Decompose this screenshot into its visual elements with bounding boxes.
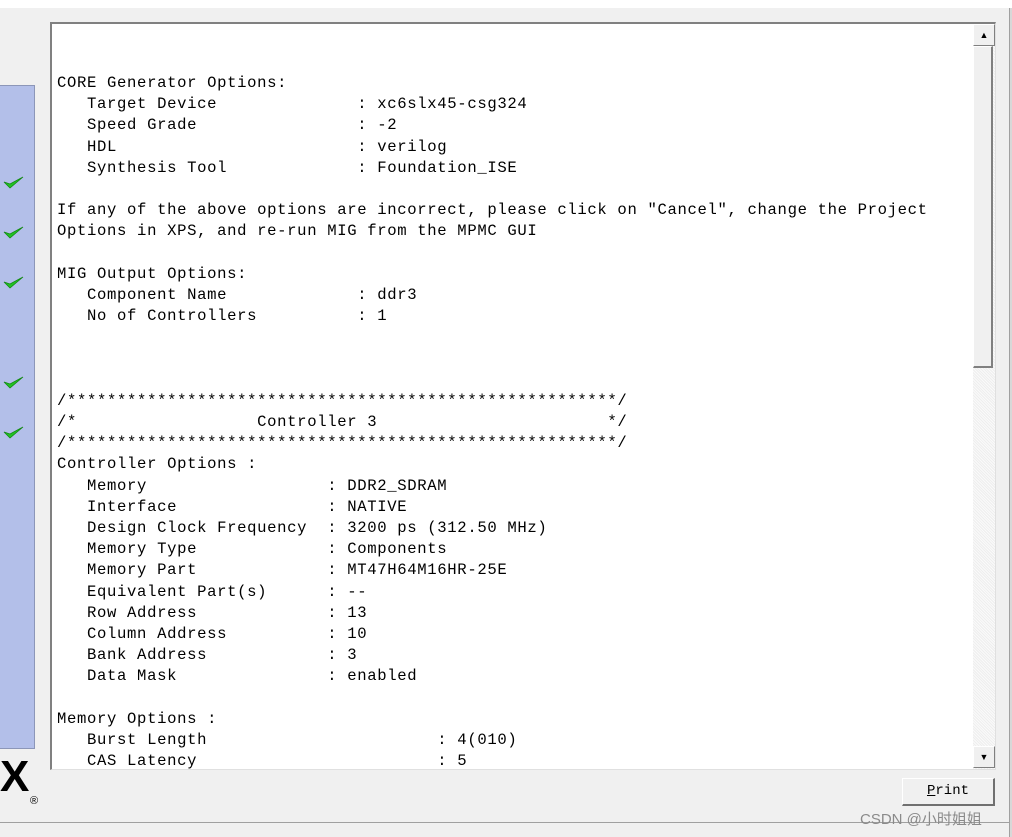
- log-line: HDL : verilog: [57, 137, 448, 156]
- log-line: No of Controllers : 1: [57, 307, 388, 326]
- log-line: Memory Type : Components: [57, 540, 448, 559]
- step-panel: [0, 85, 35, 749]
- log-line: /***************************************…: [57, 391, 628, 410]
- top-strip: [0, 0, 1012, 8]
- check-icon: [3, 176, 24, 189]
- logo: X: [0, 752, 30, 801]
- log-line: Column Address : 10: [57, 624, 368, 643]
- log-content: CORE Generator Options: Target Device : …: [57, 73, 928, 770]
- log-line: Options in XPS, and re-run MIG from the …: [57, 222, 538, 241]
- log-line: Speed Grade : -2: [57, 116, 398, 135]
- check-icon: [3, 376, 24, 389]
- log-line: Design Clock Frequency : 3200 ps (312.50…: [57, 518, 548, 537]
- log-text-area[interactable]: CORE Generator Options: Target Device : …: [50, 22, 996, 770]
- log-line: Memory Options :: [57, 709, 218, 728]
- print-button[interactable]: Print: [902, 778, 995, 806]
- log-line: Data Mask : enabled: [57, 667, 418, 686]
- log-line: Bank Address : 3: [57, 646, 358, 665]
- arrow-down-icon[interactable]: ▼: [973, 746, 995, 768]
- log-line: Component Name : ddr3: [57, 285, 418, 304]
- log-line: /***************************************…: [57, 434, 628, 453]
- check-icon: [3, 426, 24, 439]
- vertical-scrollbar[interactable]: ▲ ▼: [973, 24, 995, 769]
- log-line: Burst Length : 4(010): [57, 730, 518, 749]
- divider: [0, 822, 1009, 823]
- watermark: CSDN @小时姐姐: [860, 811, 982, 828]
- log-line: Interface : NATIVE: [57, 497, 408, 516]
- registered-mark: ®: [30, 795, 39, 807]
- log-line: If any of the above options are incorrec…: [57, 201, 928, 220]
- log-line: MIG Output Options:: [57, 264, 248, 283]
- log-line: CORE Generator Options:: [57, 74, 288, 92]
- log-line: Target Device : xc6slx45-csg324: [57, 95, 528, 114]
- arrow-up-icon[interactable]: ▲: [973, 24, 995, 46]
- check-icon: [3, 226, 24, 239]
- check-icon: [3, 276, 24, 289]
- print-label: Print: [926, 783, 969, 799]
- log-line: Row Address : 13: [57, 603, 368, 622]
- log-line: Memory : DDR2_SDRAM: [57, 476, 448, 495]
- log-line: Memory Part : MT47H64M16HR-25E: [57, 561, 508, 580]
- log-line: /* Controller 3 */: [57, 413, 628, 431]
- log-line: Synthesis Tool : Foundation_ISE: [57, 158, 518, 177]
- log-line: CAS Latency : 5: [57, 752, 468, 770]
- log-line: Equivalent Part(s) : --: [57, 582, 368, 601]
- log-line: Controller Options :: [57, 455, 258, 474]
- scrollbar-thumb[interactable]: [973, 46, 993, 368]
